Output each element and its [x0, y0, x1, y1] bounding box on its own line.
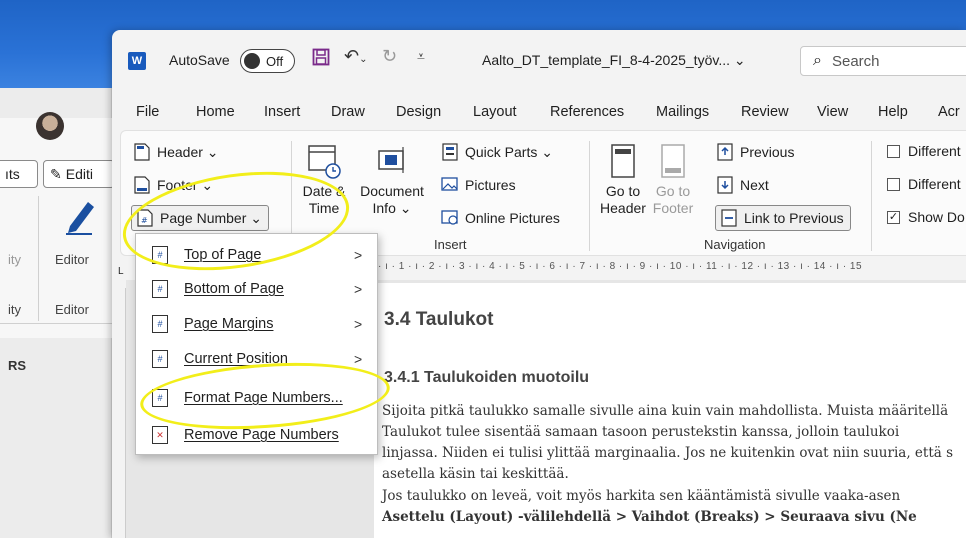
- search-icon: ⌕: [813, 52, 822, 69]
- ribbon-tabs: File Home Insert Draw Design Layout Refe…: [112, 100, 966, 126]
- tab-file[interactable]: File: [136, 104, 159, 120]
- document-info-button[interactable]: Document Info ⌄: [355, 141, 429, 217]
- pictures-icon: [441, 176, 459, 194]
- background-label: Editor: [55, 252, 89, 267]
- tab-acrobat[interactable]: Acr: [938, 104, 960, 120]
- page-number-icon: #: [136, 209, 154, 227]
- menu-item-page-margins[interactable]: # Page Margins >: [136, 307, 379, 341]
- menu-item-bottom-of-page[interactable]: # Bottom of Page >: [136, 272, 379, 306]
- page-top-icon: #: [152, 246, 168, 264]
- paragraph-line: asetella käsin tai keskittää.: [382, 466, 569, 482]
- background-pill-left: ıts: [0, 160, 38, 188]
- chevron-right-icon: >: [354, 351, 363, 367]
- page-margins-icon: #: [152, 315, 168, 333]
- go-to-header-icon: [611, 144, 635, 178]
- show-document-text-checkbox[interactable]: ✓ Show Do: [887, 209, 965, 225]
- title-bar: W AutoSave Off ↶⌄ ↻ ⩡ Aalto_DT_template_…: [112, 30, 966, 92]
- word-app-icon: W: [128, 52, 146, 70]
- online-pictures-button[interactable]: Online Pictures: [441, 209, 560, 227]
- tab-layout[interactable]: Layout: [473, 104, 517, 120]
- paragraph-line: linjassa. Niiden ei tulisi ylittää margi…: [382, 445, 954, 461]
- current-position-icon: #: [152, 350, 168, 368]
- heading-3: 3.4.1 Taulukoiden muotoilu: [384, 369, 590, 386]
- search-input[interactable]: ⌕ Search: [800, 46, 966, 76]
- link-to-previous-button[interactable]: Link to Previous: [715, 205, 851, 231]
- paragraph-line: Jos taulukko on leveä, voit myös harkita…: [382, 488, 901, 504]
- previous-button[interactable]: Previous: [716, 143, 794, 161]
- page-number-menu: # Top of Page > # Bottom of Page > # Pag…: [135, 233, 378, 455]
- tab-mailings[interactable]: Mailings: [656, 104, 709, 120]
- link-icon: [720, 209, 738, 227]
- tab-draw[interactable]: Draw: [331, 104, 365, 120]
- tab-insert[interactable]: Insert: [264, 104, 300, 120]
- menu-item-top-of-page[interactable]: # Top of Page >: [136, 238, 379, 272]
- tab-design[interactable]: Design: [396, 104, 441, 120]
- heading-2: 3.4 Taulukot: [384, 309, 494, 330]
- page-number-button[interactable]: # Page Number ⌄: [131, 205, 269, 231]
- background-label: ity: [8, 302, 21, 317]
- next-section-icon: [716, 176, 734, 194]
- date-time-button[interactable]: Date & Time: [297, 141, 351, 217]
- navigation-group-label: Navigation: [704, 237, 766, 252]
- different-first-page-checkbox[interactable]: Different: [887, 143, 961, 159]
- quick-parts-icon: [441, 143, 459, 161]
- tab-references[interactable]: References: [550, 104, 624, 120]
- background-label: Editor: [55, 302, 89, 317]
- header-icon: [133, 143, 151, 161]
- tab-help[interactable]: Help: [878, 104, 908, 120]
- svg-text:#: #: [141, 216, 148, 225]
- header-button[interactable]: Header ⌄: [133, 143, 219, 161]
- background-pill-editor: ✎ Editi: [43, 160, 115, 188]
- background-label: ity: [8, 252, 21, 267]
- previous-section-icon: [716, 143, 734, 161]
- different-odd-even-checkbox[interactable]: Different: [887, 176, 961, 192]
- go-to-header-button[interactable]: Go to Header: [599, 143, 647, 217]
- insert-group-label: Insert: [434, 237, 467, 252]
- customize-qat-icon[interactable]: ⩡: [417, 48, 425, 65]
- page-bottom-icon: #: [152, 280, 168, 298]
- pictures-button[interactable]: Pictures: [441, 176, 516, 194]
- autosave-label: AutoSave: [169, 52, 230, 68]
- paragraph-line: Taulukot tulee sisentää samaan tasoon pe…: [382, 424, 900, 440]
- remove-page-numbers-icon: ✕: [152, 426, 168, 444]
- vertical-ruler: [112, 288, 126, 538]
- menu-item-format-page-numbers[interactable]: # Format Page Numbers...: [136, 381, 379, 415]
- tab-home[interactable]: Home: [196, 104, 235, 120]
- menu-item-current-position[interactable]: # Current Position >: [136, 342, 379, 376]
- chevron-right-icon: >: [354, 316, 363, 332]
- background-avatar: [36, 112, 64, 140]
- tab-view[interactable]: View: [817, 104, 848, 120]
- paragraph-line: Asettelu (Layout) -välilehdellä > Vaihdo…: [382, 509, 917, 525]
- background-label: RS: [8, 358, 27, 373]
- tab-review[interactable]: Review: [741, 104, 789, 120]
- footer-icon: [133, 176, 151, 194]
- next-button[interactable]: Next: [716, 176, 769, 194]
- go-to-footer-button[interactable]: Go to Footer: [649, 143, 697, 217]
- footer-button[interactable]: Footer ⌄: [133, 176, 213, 194]
- chevron-right-icon: >: [354, 281, 363, 297]
- ruler-corner: L: [118, 266, 124, 277]
- editor-pen-icon: [66, 202, 94, 235]
- quick-parts-button[interactable]: Quick Parts ⌄: [441, 143, 553, 161]
- horizontal-ruler[interactable]: · ı · 1 · ı · 2 · ı · 3 · ı · 4 · ı · 5 …: [378, 261, 966, 281]
- chevron-right-icon: >: [354, 247, 363, 263]
- document-title[interactable]: Aalto_DT_template_FI_8-4-2025_työv... ⌄: [482, 52, 746, 69]
- document-page[interactable]: 3.4 Taulukot 3.4.1 Taulukoiden muotoilu …: [374, 283, 966, 538]
- save-icon[interactable]: [312, 48, 330, 71]
- paragraph-line: Sijoita pitkä taulukko samalle sivulle a…: [382, 403, 949, 419]
- redo-icon[interactable]: ↻: [382, 46, 397, 67]
- undo-icon[interactable]: ↶⌄: [344, 46, 367, 67]
- go-to-footer-icon: [661, 144, 685, 178]
- menu-item-remove-page-numbers[interactable]: ✕ Remove Page Numbers: [136, 418, 379, 452]
- online-pictures-icon: [441, 209, 459, 227]
- document-info-icon: [378, 147, 404, 173]
- format-page-numbers-icon: #: [152, 389, 168, 407]
- calendar-clock-icon: [308, 145, 341, 179]
- pencil-icon: ✎: [50, 165, 62, 182]
- autosave-toggle[interactable]: Off: [240, 49, 295, 73]
